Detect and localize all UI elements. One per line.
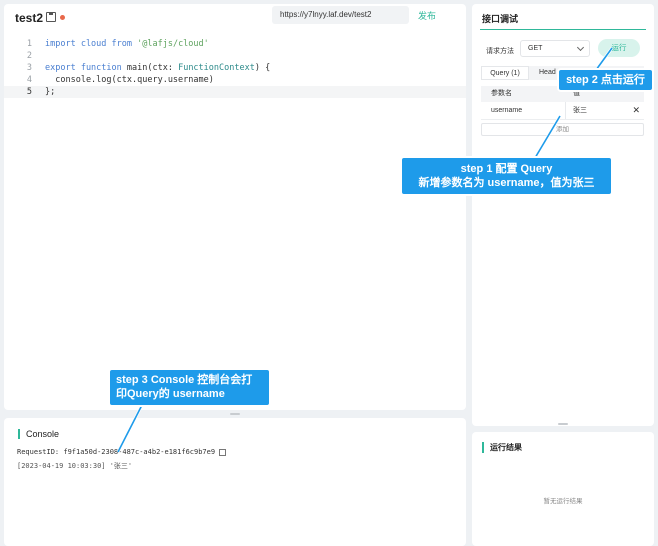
callout-step1: step 1 配置 Query 新增参数名为 username，值为张三 xyxy=(402,158,611,194)
code-token: export function xyxy=(45,63,127,73)
line-number: 1 xyxy=(26,39,32,49)
callout-step3: step 3 Console 控制台会打 印Query的 username xyxy=(110,370,269,405)
method-value: GET xyxy=(528,45,543,52)
col-param-name: 参数名 xyxy=(491,90,512,97)
code-editor[interactable]: 1 import cloud from '@lafjs/cloud' 2 3 expor… xyxy=(4,38,466,98)
code-text: }; xyxy=(45,86,55,98)
code-token: console.log(ctx.query.username) xyxy=(45,75,214,85)
callout-step1-line2: 新增参数名为 username，值为张三 xyxy=(418,177,595,189)
console-panel: Console RequestID: f9f1a50d-2308-487c-a4… xyxy=(4,418,466,546)
request-id: RequestID: f9f1a50d-2308-487c-a4b2-e181f… xyxy=(17,448,227,456)
chevron-down-icon xyxy=(576,43,585,52)
close-icon[interactable]: ✕ xyxy=(632,102,640,119)
result-panel: 运行结果 暂无运行结果 xyxy=(472,432,654,546)
column-divider xyxy=(565,102,566,119)
table-row: username 张三 ✕ xyxy=(481,102,644,120)
code-text: console.log(ctx.query.username) xyxy=(45,74,214,86)
line-number: 4 xyxy=(26,75,32,85)
tab-query[interactable]: Query (1) xyxy=(481,66,529,80)
run-button[interactable]: 运行 xyxy=(598,39,640,57)
code-token: ) { xyxy=(254,63,271,73)
request-id-text: RequestID: f9f1a50d-2308-487c-a4b2-e181f… xyxy=(17,448,216,456)
line-number: 2 xyxy=(26,51,32,61)
callout-step1-line1: step 1 配置 Query xyxy=(460,163,553,175)
publish-button[interactable]: 发布 xyxy=(418,9,436,22)
code-token: FunctionContext xyxy=(178,63,255,73)
console-title: Console xyxy=(18,429,59,439)
add-param-button[interactable]: 添加 xyxy=(481,123,644,136)
result-title: 运行结果 xyxy=(482,442,522,453)
empty-result-text: 暂无运行结果 xyxy=(543,498,583,505)
code-line[interactable]: 5}; xyxy=(4,86,466,98)
console-log-line: [2023-04-19 10:03:30] '张三' xyxy=(17,462,133,470)
callout-step3-line2: 印Query的 username xyxy=(116,388,225,400)
resize-handle[interactable] xyxy=(230,413,240,415)
resize-handle[interactable] xyxy=(558,423,568,425)
unsaved-indicator xyxy=(60,15,65,20)
code-token: main(ctx: xyxy=(126,63,179,73)
param-value-input[interactable]: 张三 xyxy=(573,102,587,119)
code-line[interactable]: 4 console.log(ctx.query.username) xyxy=(4,74,466,86)
method-label: 请求方法 xyxy=(486,48,514,55)
code-text: export function main(ctx: FunctionContex… xyxy=(45,62,270,74)
debug-tab-title[interactable]: 接口调试 xyxy=(482,12,518,25)
line-number: 5 xyxy=(26,87,32,97)
copy-icon[interactable] xyxy=(219,448,227,456)
debug-tab-underline xyxy=(480,29,646,30)
callout-step3-line1: step 3 Console 控制台会打 xyxy=(116,374,253,386)
code-token: '@lafjs/cloud' xyxy=(137,39,209,49)
callout-step2: step 2 点击运行 xyxy=(559,70,652,90)
code-text: import cloud from '@lafjs/cloud' xyxy=(45,38,209,50)
editor-toolbar: test2 https://y7lnyy.laf.dev/test2 发布 xyxy=(4,4,466,30)
function-name: test2 xyxy=(15,11,44,25)
method-select[interactable]: GET xyxy=(520,40,590,57)
api-debug-panel: 接口调试 请求方法 GET 运行 Query (1) Head 参数名 值 us… xyxy=(472,4,654,426)
code-line[interactable]: 3 export function main(ctx: FunctionConte… xyxy=(4,62,466,74)
save-icon[interactable] xyxy=(46,12,56,22)
code-token: import cloud from xyxy=(45,39,138,49)
code-token: }; xyxy=(45,87,56,97)
editor-panel: test2 https://y7lnyy.laf.dev/test2 发布 1 i… xyxy=(4,4,466,410)
tab-headers[interactable]: Head xyxy=(539,66,556,80)
code-line[interactable]: 2 xyxy=(4,50,466,62)
function-url[interactable]: https://y7lnyy.laf.dev/test2 xyxy=(272,6,409,24)
param-name-input[interactable]: username xyxy=(491,102,522,119)
code-line[interactable]: 1 import cloud from '@lafjs/cloud' xyxy=(4,38,466,50)
line-number: 3 xyxy=(26,63,32,73)
